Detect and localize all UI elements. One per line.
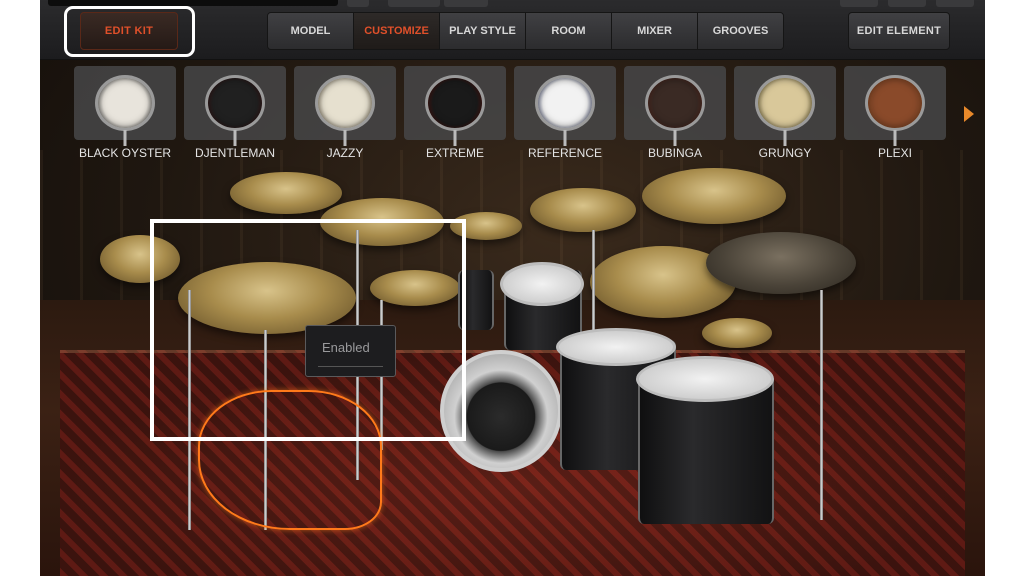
- kit-selector: BLACK OYSTER DJENTLEMAN JAZZY EXTREME REFERE…: [74, 66, 950, 166]
- tab-mixer[interactable]: MIXER: [612, 13, 698, 49]
- kit-label: REFERENCE: [527, 146, 602, 160]
- section-tabs: MODEL CUSTOMIZE PLAY STYLE ROOM MIXER GROOVES: [267, 12, 784, 50]
- kit-thumbnail: [294, 66, 396, 140]
- cymbal[interactable]: [230, 172, 342, 214]
- kit-label: EXTREME: [425, 146, 484, 160]
- floor-tom-head[interactable]: [556, 328, 676, 366]
- cymbal[interactable]: [530, 188, 636, 232]
- kick-drum-icon: [95, 75, 155, 131]
- tab-play-style[interactable]: PLAY STYLE: [440, 13, 526, 49]
- cymbal[interactable]: [702, 318, 772, 348]
- kit-label: DJENTLEMAN: [194, 146, 275, 160]
- kit-thumbnail: [514, 66, 616, 140]
- kit-label: BUBINGA: [647, 146, 702, 160]
- kit-item[interactable]: PLEXI: [844, 66, 946, 166]
- kit-item[interactable]: BLACK OYSTER: [74, 66, 176, 166]
- kit-item[interactable]: GRUNGY: [734, 66, 836, 166]
- kit-thumbnail: [734, 66, 836, 140]
- kit-thumbnail: [404, 66, 506, 140]
- cymbal-stand: [820, 290, 823, 520]
- kit-item[interactable]: JAZZY: [294, 66, 396, 166]
- kit-item[interactable]: DJENTLEMAN: [184, 66, 286, 166]
- kick-drum-icon: [645, 75, 705, 131]
- floor-tom-head[interactable]: [636, 356, 774, 402]
- kick-drum-icon: [535, 75, 595, 131]
- tom-head[interactable]: [500, 262, 584, 306]
- drum-app: EDIT KIT MODEL CUSTOMIZE PLAY STYLE ROOM MIX…: [40, 0, 985, 576]
- mini-button[interactable]: [936, 0, 974, 7]
- tooltip-divider: [318, 366, 383, 367]
- mini-button[interactable]: [888, 0, 926, 7]
- edit-element-button[interactable]: EDIT ELEMENT: [848, 12, 950, 50]
- china-cymbal[interactable]: [706, 232, 856, 294]
- tab-customize[interactable]: CUSTOMIZE: [354, 13, 440, 49]
- kick-drum-icon: [315, 75, 375, 131]
- tab-room[interactable]: ROOM: [526, 13, 612, 49]
- status-tooltip: Enabled: [305, 325, 396, 377]
- kit-label: BLACK OYSTER: [78, 146, 172, 160]
- kit-item[interactable]: REFERENCE: [514, 66, 616, 166]
- kit-thumbnail: [184, 66, 286, 140]
- mini-button[interactable]: [444, 0, 488, 7]
- kit-item[interactable]: BUBINGA: [624, 66, 726, 166]
- kick-drum-icon: [205, 75, 265, 131]
- chevron-right-icon[interactable]: [964, 106, 974, 122]
- mini-button[interactable]: [388, 0, 440, 7]
- tab-grooves[interactable]: GROOVES: [698, 13, 783, 49]
- kick-drum-icon: [865, 75, 925, 131]
- kit-thumbnail: [624, 66, 726, 140]
- top-toolbar: EDIT KIT MODEL CUSTOMIZE PLAY STYLE ROOM MIX…: [40, 0, 985, 60]
- kit-item[interactable]: EXTREME: [404, 66, 506, 166]
- kick-drum-icon: [755, 75, 815, 131]
- kick-drum-icon: [425, 75, 485, 131]
- edit-kit-highlight-ring: [64, 6, 195, 57]
- kit-label: PLEXI: [877, 146, 913, 160]
- cymbal[interactable]: [642, 168, 786, 224]
- mini-button[interactable]: [840, 0, 878, 7]
- kit-thumbnail: [74, 66, 176, 140]
- kit-thumbnail: [844, 66, 946, 140]
- kit-label: JAZZY: [326, 146, 364, 160]
- kit-label: GRUNGY: [758, 146, 812, 160]
- mini-button[interactable]: [347, 0, 369, 7]
- tab-model[interactable]: MODEL: [268, 13, 354, 49]
- tooltip-label: Enabled: [322, 340, 370, 355]
